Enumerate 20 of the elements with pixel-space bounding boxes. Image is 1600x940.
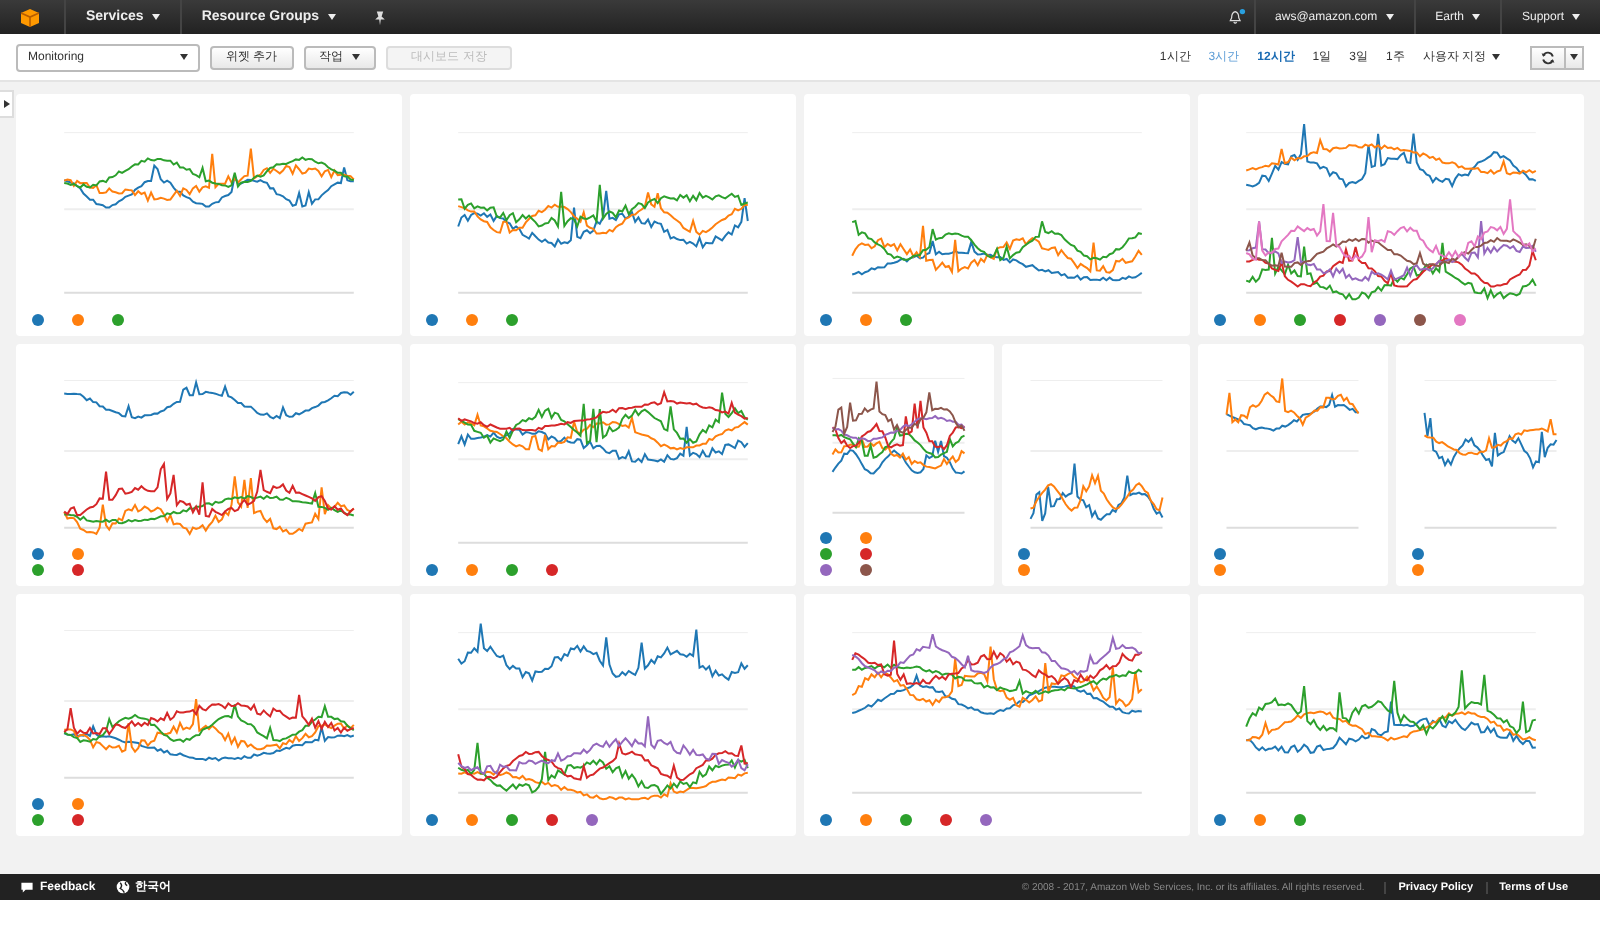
expand-arrow-icon <box>3 100 9 108</box>
caret-icon <box>351 54 360 60</box>
caret-icon <box>1492 54 1500 60</box>
cube-logo-icon <box>20 7 40 27</box>
speech-bubble-icon <box>20 880 34 894</box>
caret-icon <box>180 54 188 60</box>
caret-icon <box>1471 14 1480 20</box>
caret-icon <box>151 14 160 20</box>
dropdown-button[interactable] <box>1566 45 1584 69</box>
chart-line <box>1225 377 1360 428</box>
refresh-button[interactable] <box>1530 45 1566 69</box>
pin-icon <box>371 9 388 25</box>
caret-icon <box>1572 14 1580 20</box>
refresh-icon <box>1540 49 1556 65</box>
globe-icon <box>115 880 130 894</box>
side-panel-toggle[interactable] <box>0 90 14 118</box>
caret-icon <box>327 14 336 20</box>
caret-icon <box>1570 54 1578 60</box>
chart-line <box>1225 391 1360 432</box>
caret-icon <box>1385 14 1394 20</box>
